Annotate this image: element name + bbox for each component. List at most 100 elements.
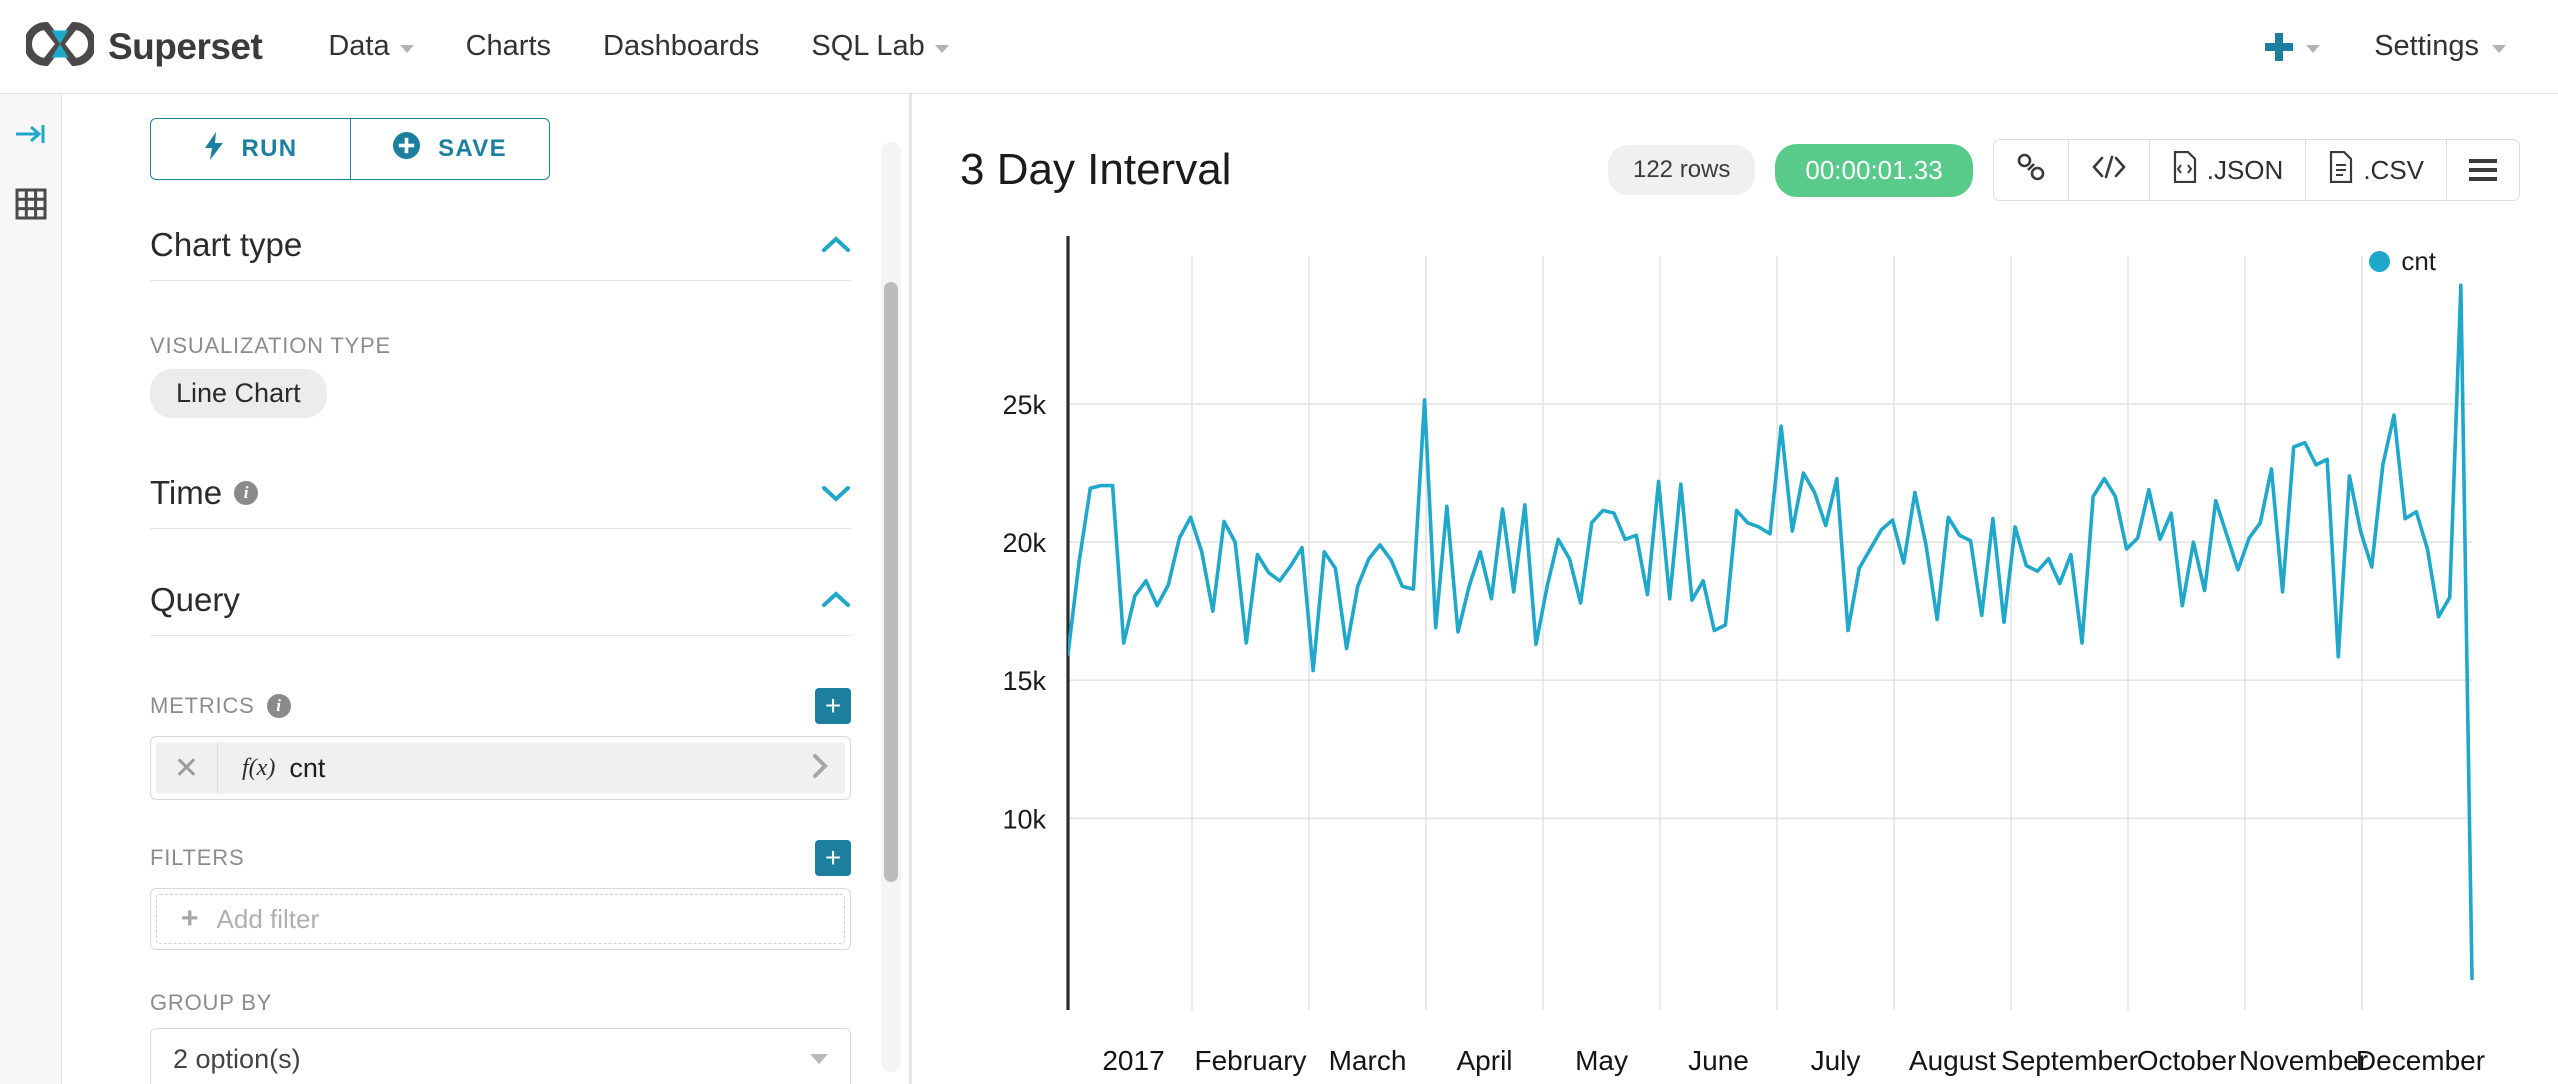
- metric-name: cnt: [289, 752, 326, 783]
- chevron-up-icon[interactable]: [821, 591, 851, 609]
- x-axis-tick-label: September: [2001, 1045, 2138, 1076]
- nav-item-data-label: Data: [328, 30, 390, 62]
- nav-item-sql-lab-label: SQL Lab: [811, 30, 925, 62]
- visualization-type-label: VISUALIZATION TYPE: [150, 333, 391, 358]
- x-axis-tick-label: November: [2239, 1045, 2368, 1076]
- run-button-label: RUN: [241, 135, 298, 162]
- app-body: RUN SAVE Chart type VISUALIZATION TYPE L…: [0, 94, 2558, 1084]
- save-button-label: SAVE: [438, 135, 507, 162]
- x-axis-tick-label: December: [2356, 1045, 2485, 1076]
- add-metric-button[interactable]: +: [815, 688, 851, 724]
- expand-panel-arrow-icon[interactable]: [13, 116, 49, 152]
- export-json-button[interactable]: .JSON: [2149, 140, 2307, 200]
- x-axis-tick-label: April: [1457, 1045, 1513, 1076]
- x-axis-tick-label: 2017: [1102, 1045, 1164, 1076]
- x-axis-tick-label: June: [1688, 1045, 1749, 1076]
- new-item-button[interactable]: [2243, 0, 2342, 94]
- filters-label: FILTERS: [150, 845, 245, 870]
- visualization-type-value[interactable]: Line Chart: [150, 369, 327, 418]
- control-panel-scrollbar[interactable]: [881, 142, 901, 1072]
- function-fx-icon: f(x): [242, 754, 276, 781]
- brand-home-link[interactable]: Superset: [24, 21, 263, 71]
- x-axis-tick-label: October: [2137, 1045, 2237, 1076]
- metrics-label: METRICS: [150, 693, 255, 718]
- add-filter-button[interactable]: +: [815, 840, 851, 876]
- chevron-down-icon[interactable]: [821, 484, 851, 502]
- plus-icon: [2265, 32, 2294, 61]
- info-icon[interactable]: i: [266, 694, 291, 718]
- navbar-right-group: Settings: [2243, 0, 2520, 94]
- settings-label: Settings: [2374, 30, 2479, 62]
- x-axis-tick-label: August: [1909, 1045, 1996, 1076]
- file-text-icon: [2328, 150, 2354, 190]
- export-csv-button[interactable]: .CSV: [2306, 140, 2447, 200]
- save-button[interactable]: SAVE: [350, 118, 550, 180]
- chevron-down-icon: [399, 44, 414, 53]
- line-chart-svg[interactable]: 10k 15k 20k 25k 2017 February March April May Jun…: [960, 224, 2520, 1084]
- page-title: 3 Day Interval: [960, 145, 1232, 194]
- export-json-label: .JSON: [2206, 154, 2284, 185]
- control-panel-scrollbar-thumb[interactable]: [884, 282, 898, 882]
- y-axis-tick-label: 25k: [1002, 390, 1046, 420]
- plus-icon: +: [181, 902, 199, 935]
- left-icon-rail: [0, 94, 62, 1084]
- y-axis-tick-label: 20k: [1002, 528, 1046, 558]
- info-icon[interactable]: i: [234, 481, 259, 505]
- section-header-query[interactable]: Query: [150, 581, 851, 636]
- nav-item-dashboards[interactable]: Dashboards: [577, 0, 785, 94]
- add-filter-label: Add filter: [216, 903, 320, 934]
- data-series-cnt[interactable]: [1068, 283, 2474, 981]
- chevron-down-icon: [2492, 44, 2506, 53]
- y-axis-tick-label: 15k: [1002, 666, 1046, 696]
- nav-item-charts[interactable]: Charts: [440, 0, 577, 94]
- table-grid-icon[interactable]: [13, 186, 49, 222]
- nav-item-dashboards-label: Dashboards: [603, 30, 760, 62]
- metric-pill-cnt[interactable]: ✕ f(x) cnt: [156, 742, 845, 794]
- section-title-chart-type: Chart type: [150, 226, 303, 263]
- settings-menu[interactable]: Settings: [2352, 0, 2520, 94]
- section-header-time[interactable]: Time i: [150, 474, 851, 529]
- lightning-bolt-icon: [204, 131, 224, 167]
- chart-header: 3 Day Interval 122 rows 00:00:01.33 .JSO…: [960, 134, 2520, 206]
- file-code-icon: [2172, 150, 2198, 190]
- nav-item-sql-lab[interactable]: SQL Lab: [785, 0, 974, 94]
- y-axis-tick-label: 10k: [1002, 804, 1046, 834]
- metrics-control-box: ✕ f(x) cnt: [150, 736, 851, 800]
- more-options-button[interactable]: [2447, 140, 2519, 200]
- legend-color-swatch: [2369, 251, 2391, 272]
- plot-wrapper: cnt 10k 15k 20k 25k 2017 February March April Ma…: [960, 224, 2520, 1084]
- chart-container: 3 Day Interval 122 rows 00:00:01.33 .JSO…: [912, 94, 2558, 1084]
- section-header-chart-type[interactable]: Chart type: [150, 226, 851, 281]
- nav-item-data[interactable]: Data: [302, 0, 439, 94]
- chart-control-panel: RUN SAVE Chart type VISUALIZATION TYPE L…: [62, 94, 910, 1084]
- chevron-down-icon: [934, 44, 949, 53]
- code-brackets-icon: [2091, 154, 2127, 187]
- share-link-button[interactable]: [1993, 140, 2069, 200]
- top-navbar: Superset Data Charts Dashboards SQL Lab …: [0, 0, 2558, 94]
- section-title-time: Time: [150, 474, 223, 511]
- chart-toolbar: 122 rows 00:00:01.33 .JSON .CSV: [1607, 139, 2520, 201]
- row-count-badge: 122 rows: [1607, 145, 1756, 195]
- view-query-button[interactable]: [2068, 140, 2150, 200]
- legend-label: cnt: [2401, 246, 2436, 276]
- chevron-down-icon: [2306, 44, 2321, 53]
- close-x-icon[interactable]: ✕: [156, 742, 218, 794]
- x-axis-tick-label: March: [1329, 1045, 1407, 1076]
- action-button-group: RUN SAVE: [150, 118, 851, 180]
- add-filter-placeholder[interactable]: + Add filter: [156, 894, 845, 944]
- chart-legend[interactable]: cnt: [2369, 246, 2436, 277]
- filters-control-box: + Add filter: [150, 888, 851, 950]
- export-csv-label: .CSV: [2363, 154, 2424, 185]
- query-timer-badge: 00:00:01.33: [1775, 143, 1973, 197]
- x-axis-tick-label: February: [1194, 1045, 1306, 1076]
- group-by-label: GROUP BY: [150, 990, 273, 1015]
- chevron-up-icon[interactable]: [821, 236, 851, 254]
- group-by-select[interactable]: 2 option(s): [150, 1028, 851, 1084]
- x-axis-tick-label: July: [1811, 1045, 1861, 1076]
- chevron-right-icon[interactable]: [811, 752, 829, 785]
- brand-title: Superset: [108, 25, 263, 67]
- x-axis-tick-label: May: [1575, 1045, 1628, 1076]
- plus-circle-icon: [393, 132, 421, 166]
- run-button[interactable]: RUN: [150, 118, 350, 180]
- metrics-label-row: METRICS i +: [150, 688, 851, 724]
